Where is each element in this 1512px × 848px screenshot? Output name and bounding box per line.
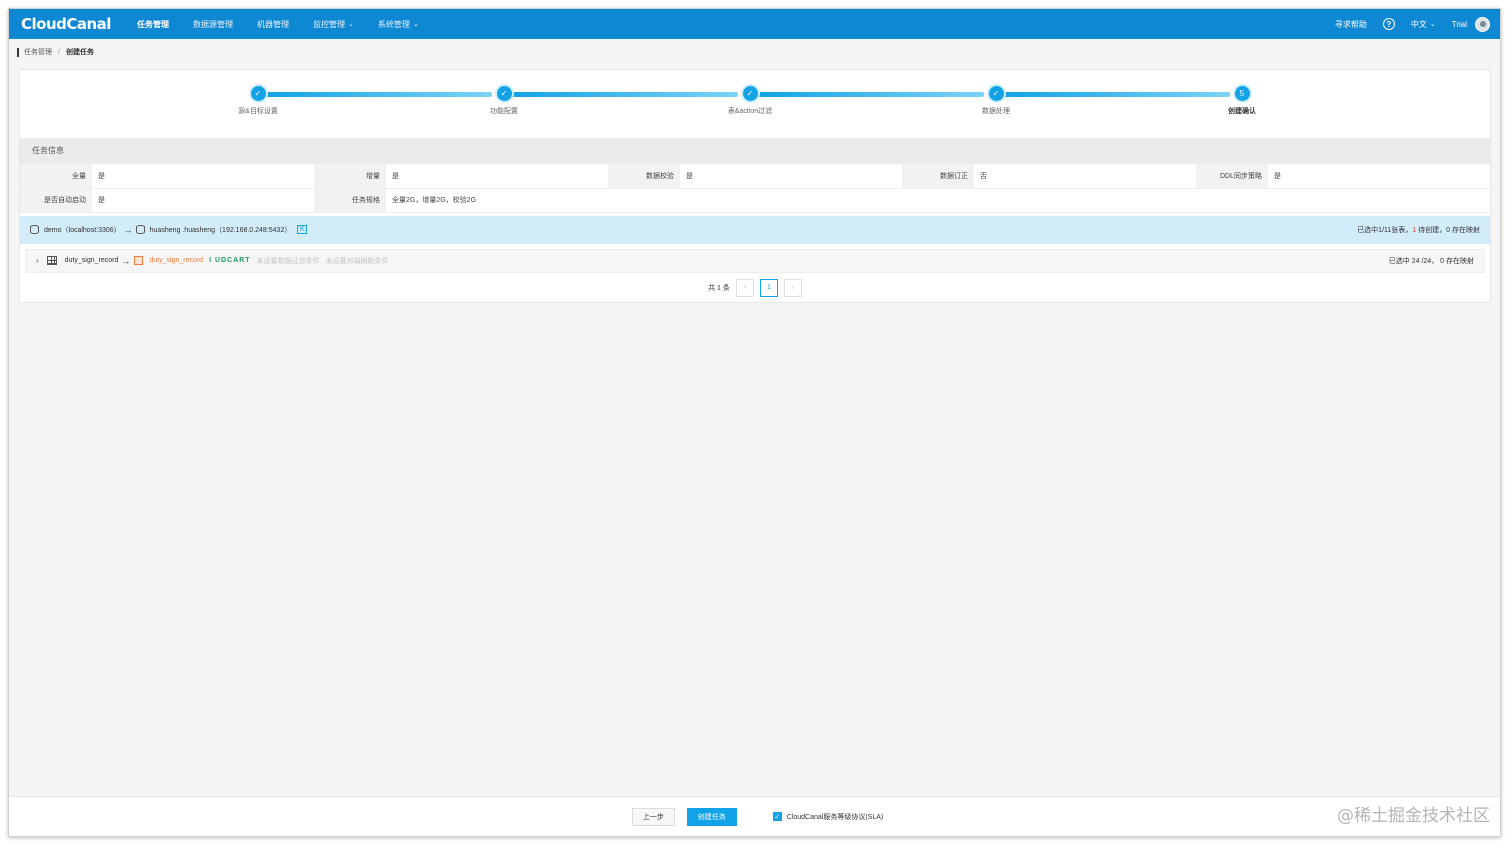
- database-icon: [30, 225, 39, 234]
- help-link[interactable]: 寻求帮助: [1335, 19, 1367, 30]
- target-table-icon: [134, 256, 144, 265]
- top-right-menu: 寻求帮助 ? 中文 ⌄ Trial: [1319, 16, 1490, 32]
- sync-note[interactable]: 未设置对端刷新条件: [326, 256, 389, 266]
- info-value: 是: [680, 164, 902, 189]
- breadcrumb-current: 创建任务: [65, 49, 94, 56]
- nav-system-management[interactable]: 系统管理 ⌄: [378, 9, 419, 39]
- table-row: 全量 是 增量 是 数据校验 是 数据订正 否 DDL同步策略 是: [20, 164, 1490, 189]
- prev-step-button[interactable]: 上一步: [631, 807, 675, 826]
- info-value: 是: [386, 164, 608, 189]
- info-value: 全量2G，增量2G，校验2G: [386, 188, 1490, 213]
- arrow-right-icon: →: [121, 255, 131, 266]
- avatar[interactable]: [1475, 16, 1490, 32]
- step-progress: ✓ 源&目标设置 ✓ 功能配置 ✓ 表&action过滤 ✓ 数据处理 5 创建…: [20, 70, 1490, 138]
- step-create-confirm: 5 创建确认: [1202, 86, 1282, 116]
- source-table: duty_sign_record: [64, 257, 119, 264]
- table-mapping-row[interactable]: › duty_sign_record → duty_sign_record I …: [25, 248, 1485, 273]
- info-key: 任务规格: [314, 188, 386, 213]
- sla-label[interactable]: CloudCanal服务等级协议(SLA): [787, 812, 883, 822]
- chevron-right-icon[interactable]: ›: [36, 256, 39, 265]
- sla-checkbox[interactable]: ✓: [772, 812, 782, 821]
- info-key: 是否自动启动: [20, 188, 92, 213]
- step-connector: [266, 92, 492, 97]
- table-icon: [46, 256, 57, 265]
- info-key: 数据订正: [902, 164, 974, 189]
- sla-agreement: ✓ CloudCanal服务等级协议(SLA): [772, 812, 883, 822]
- check-icon: ✓: [742, 86, 758, 101]
- table-row: 是否自动启动 是 任务规格 全量2G，增量2G，校验2G: [20, 188, 1490, 213]
- pagination-total: 共 1 条: [708, 284, 730, 292]
- nav-task-management[interactable]: 任务管理: [137, 9, 169, 39]
- breadcrumb: 任务管理 / 创建任务: [9, 39, 1500, 65]
- target-db: huasheng .huasheng（192.168.0.248:5432）: [149, 226, 292, 234]
- page-button[interactable]: 1: [759, 278, 778, 297]
- step-number: 5: [1234, 86, 1250, 101]
- step-function-config: ✓ 功能配置: [464, 86, 544, 116]
- prev-page-button[interactable]: ‹: [735, 278, 754, 297]
- filter-note[interactable]: 未设置数据过滤条件: [257, 256, 320, 266]
- breadcrumb-parent[interactable]: 任务管理: [24, 47, 52, 57]
- step-source-target: ✓ 源&目标设置: [218, 86, 298, 116]
- language-select[interactable]: 中文 ⌄: [1411, 19, 1436, 30]
- check-icon: ✓: [496, 86, 512, 101]
- nav-machine-management[interactable]: 机器管理: [257, 9, 289, 39]
- info-value: 是: [1268, 164, 1490, 189]
- info-key: DDL同步策略: [1196, 164, 1268, 189]
- info-key: 增量: [314, 164, 386, 189]
- database-icon: [135, 225, 145, 234]
- nav-monitor-management[interactable]: 监控管理 ⌄: [313, 9, 354, 39]
- nav-datasource-management[interactable]: 数据源管理: [193, 9, 233, 39]
- app-window: CloudCanal 任务管理 数据源管理 机器管理 监控管理 ⌄ 系统管理 ⌄ 寻…: [8, 8, 1501, 837]
- table-mapping-summary: 已选中 24 /24， 0 存在映射: [1388, 257, 1474, 265]
- arrow-right-icon: →: [123, 224, 133, 235]
- task-info-title: 任务信息: [20, 138, 1490, 164]
- chevron-down-icon: ⌄: [1429, 21, 1436, 28]
- step-table-action-filter: ✓ 表&action过滤: [710, 86, 790, 116]
- watermark: @稀土掘金技术社区: [1337, 806, 1490, 826]
- check-icon: ✓: [988, 86, 1004, 101]
- info-value: 是: [92, 164, 314, 189]
- chevron-down-icon: ⌄: [347, 21, 354, 28]
- step-connector: [1004, 92, 1230, 97]
- action-badge: I UDCART: [209, 257, 251, 264]
- pagination: 共 1 条 ‹ 1 ›: [20, 278, 1490, 297]
- breadcrumb-bar: [17, 47, 19, 57]
- step-connector: [512, 92, 738, 97]
- top-navbar: CloudCanal 任务管理 数据源管理 机器管理 监控管理 ⌄ 系统管理 ⌄ 寻…: [9, 9, 1500, 39]
- source-db: demo（localhost:3306）: [44, 226, 121, 234]
- footer-bar: 上一步 创建任务 ✓ CloudCanal服务等级协议(SLA): [9, 796, 1500, 836]
- step-data-processing: ✓ 数据处理: [956, 86, 1036, 116]
- next-page-button[interactable]: ›: [783, 278, 802, 297]
- cloudcanal-logo[interactable]: CloudCanal: [21, 15, 111, 33]
- info-value: 否: [974, 164, 1196, 189]
- step-connector: [758, 92, 984, 97]
- db-mapping-row[interactable]: demo（localhost:3306） → huasheng .huashen…: [20, 215, 1490, 244]
- info-value: 是: [92, 188, 314, 213]
- info-key: 数据校验: [608, 164, 680, 189]
- info-key: 全量: [20, 164, 92, 189]
- question-icon[interactable]: ?: [1382, 18, 1395, 30]
- chevron-down-icon: ⌄: [412, 21, 419, 28]
- target-table[interactable]: duty_sign_record: [149, 257, 203, 264]
- key-config-icon[interactable]: K: [297, 225, 308, 234]
- user-name[interactable]: Trial: [1452, 20, 1467, 29]
- task-info-table: 全量 是 增量 是 数据校验 是 数据订正 否 DDL同步策略 是 是否自动启动…: [20, 164, 1490, 213]
- create-task-button[interactable]: 创建任务: [686, 807, 737, 826]
- db-mapping-summary: 已选中1/11张表，1 待创建，0 存在映射: [1357, 226, 1480, 234]
- create-task-card: ✓ 源&目标设置 ✓ 功能配置 ✓ 表&action过滤 ✓ 数据处理 5 创建…: [19, 69, 1491, 303]
- check-icon: ✓: [250, 86, 266, 101]
- breadcrumb-separator: /: [58, 48, 60, 56]
